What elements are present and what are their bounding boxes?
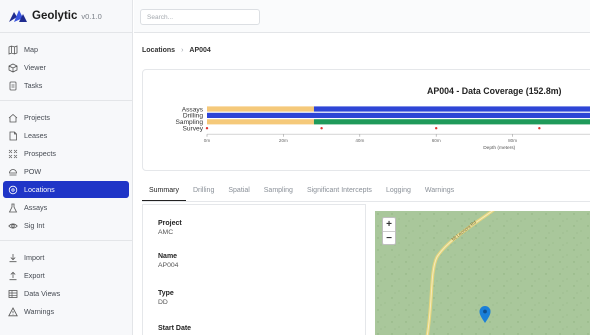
x-tick-label-2: 40m: [355, 138, 364, 143]
bar-assays-1: [313, 106, 590, 112]
field-label: Project: [158, 220, 182, 227]
location-icon: [8, 185, 18, 194]
sidebar-item-label: Sig Int: [24, 221, 45, 230]
map-terrain: Mt Leonora Rd: [375, 211, 590, 335]
sidebar-item-prospects[interactable]: Prospects: [3, 145, 129, 162]
sidebar-item-label: Tasks: [24, 81, 43, 90]
sidebar-item-sig-int[interactable]: Sig Int: [3, 217, 129, 234]
sidebar: Geolytic v0.1.0 Map Viewer Tasks Project…: [0, 0, 133, 335]
flask-icon: [8, 203, 18, 212]
field-value: DD: [158, 299, 168, 306]
summary-details: Project AMC Name AP004 Type DD Start Dat…: [142, 204, 366, 335]
app-version: v0.1.0: [81, 11, 102, 21]
top-bar: [134, 0, 590, 33]
nav-group-main: Map Viewer Tasks: [0, 33, 132, 101]
nav-group-data: Projects Leases Prospects POW Locations …: [0, 101, 132, 241]
bar-sampling-1: [313, 119, 590, 125]
survey-point-2: [435, 127, 438, 130]
field-label: Name: [158, 253, 178, 260]
document-icon: [9, 131, 17, 140]
sidebar-item-label: Assays: [24, 203, 48, 212]
sidebar-item-import[interactable]: Import: [3, 249, 129, 266]
field-start-date: Start Date: [158, 325, 191, 334]
field-type: Type DD: [158, 290, 174, 306]
sidebar-item-label: Warnings: [24, 307, 55, 316]
warning-icon: [8, 306, 18, 316]
sidebar-item-label: Projects: [24, 113, 50, 122]
field-value: AP004: [158, 262, 179, 269]
sidebar-item-label: Locations: [24, 185, 55, 194]
x-tick-label-1: 20m: [279, 138, 288, 143]
x-axis-label: Depth (meters): [483, 145, 515, 151]
zoom-in-button[interactable]: +: [383, 218, 395, 231]
map-zoom-control: + −: [382, 217, 396, 245]
field-project: Project AMC: [158, 220, 182, 236]
zoom-out-button[interactable]: −: [383, 231, 395, 244]
upload-icon: [9, 271, 17, 280]
field-name: Name AP004: [158, 253, 178, 269]
tab-sampling[interactable]: Sampling: [257, 187, 300, 201]
sidebar-item-label: Import: [24, 253, 45, 262]
home-icon: [8, 113, 18, 122]
x-tick-label-4: 80m: [508, 138, 517, 143]
x-tick-label-3: 60m: [432, 138, 441, 143]
tab-summary[interactable]: Summary: [142, 187, 186, 201]
search-input[interactable]: [140, 9, 260, 25]
geolytic-logo-icon: [9, 10, 27, 22]
bar-assays-0: [207, 106, 314, 112]
eye-icon: [8, 223, 18, 228]
sidebar-item-viewer[interactable]: Viewer: [3, 59, 129, 76]
sidebar-item-pow[interactable]: POW: [3, 163, 129, 180]
sidebar-item-label: Data Views: [24, 289, 61, 298]
tab-warnings[interactable]: Warnings: [418, 187, 461, 201]
nav-group-tools: Import Export Data Views Warnings: [0, 241, 132, 326]
survey-point-3: [538, 127, 541, 130]
breadcrumb: Locations › AP004: [142, 47, 211, 54]
field-label: Start Date: [158, 325, 192, 332]
data-coverage-chart: AssaysDrillingSamplingSurvey0m 20m 40m 60m 8…: [176, 106, 590, 151]
tab-drilling[interactable]: Drilling: [186, 187, 221, 201]
sidebar-item-label: Prospects: [24, 149, 56, 158]
sidebar-item-warnings[interactable]: Warnings: [3, 303, 129, 320]
survey-point-1: [320, 127, 323, 130]
data-coverage-card: AP004 - Data Coverage (152.8m) Assays Dri…: [142, 69, 590, 171]
brand[interactable]: Geolytic v0.1.0: [0, 0, 132, 33]
sidebar-item-tasks[interactable]: Tasks: [3, 77, 129, 94]
pow-icon: [9, 168, 17, 175]
breadcrumb-separator: ›: [181, 47, 184, 54]
sidebar-item-assays[interactable]: Assays: [3, 199, 129, 216]
location-map[interactable]: Mt Leonora Rd + −: [375, 211, 590, 335]
sidebar-item-label: Viewer: [24, 63, 46, 72]
tab-logging[interactable]: Logging: [379, 187, 418, 201]
sidebar-item-label: Export: [24, 271, 45, 280]
table-icon: [8, 289, 18, 298]
sidebar-item-label: POW: [24, 167, 42, 176]
sidebar-item-label: Map: [24, 45, 38, 54]
viewer-icon: [8, 63, 18, 72]
sidebar-item-label: Leases: [24, 131, 48, 140]
bar-drilling-0: [207, 112, 590, 118]
tasks-icon: [9, 81, 17, 90]
download-icon: [9, 253, 17, 262]
sidebar-item-locations[interactable]: Locations: [3, 181, 129, 198]
prospects-icon: [8, 149, 18, 158]
breadcrumb-current: AP004: [189, 47, 211, 54]
sidebar-item-projects[interactable]: Projects: [3, 109, 129, 126]
app-name: Geolytic: [32, 10, 78, 22]
map-icon: [8, 44, 18, 55]
x-tick-label-0: 0m: [204, 138, 211, 143]
location-tabs: Summary Drilling Spatial Sampling Significan…: [142, 180, 590, 202]
sidebar-item-data-views[interactable]: Data Views: [3, 285, 129, 302]
sidebar-item-leases[interactable]: Leases: [3, 127, 129, 144]
field-label: Type: [158, 290, 174, 297]
field-value: AMC: [158, 229, 174, 236]
survey-point-0: [205, 127, 209, 130]
bar-sampling-0: [207, 119, 314, 125]
tab-spatial[interactable]: Spatial: [221, 187, 256, 201]
tab-significant-intercepts[interactable]: Significant Intercepts: [300, 187, 379, 201]
sidebar-item-map[interactable]: Map: [3, 41, 129, 58]
row-label-survey: Survey: [182, 126, 203, 133]
breadcrumb-locations-link[interactable]: Locations: [142, 47, 175, 54]
sidebar-item-export[interactable]: Export: [3, 267, 129, 284]
